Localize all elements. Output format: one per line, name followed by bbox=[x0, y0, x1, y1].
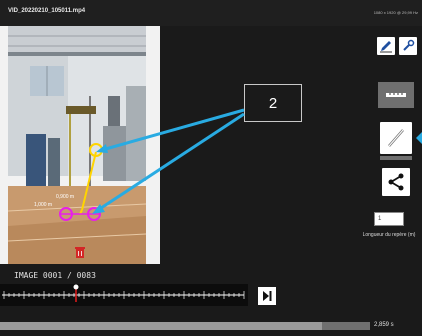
timeline-playhead-knob bbox=[73, 284, 79, 290]
edit-button[interactable] bbox=[377, 37, 395, 55]
measure-button[interactable] bbox=[380, 122, 412, 154]
video-frame bbox=[8, 26, 146, 264]
wrench-icon bbox=[403, 39, 415, 51]
video-viewport[interactable] bbox=[0, 26, 160, 264]
progress-bar[interactable] bbox=[0, 322, 370, 330]
measure-underline bbox=[380, 156, 412, 160]
frame-counter: IMAGE 0001 / 0083 bbox=[14, 271, 96, 280]
scale-button[interactable] bbox=[378, 82, 414, 108]
callout-number: 2 bbox=[244, 84, 302, 122]
video-resolution: 1080 x 1920 @ 29,99 Hz bbox=[373, 10, 418, 15]
video-filename: VID_20220210_105011.mp4 bbox=[8, 8, 86, 14]
length-label: Longueur du repère (m) bbox=[362, 232, 416, 238]
length-input[interactable]: 1 bbox=[374, 212, 404, 226]
pencil-icon bbox=[380, 41, 392, 53]
skip-next-icon bbox=[263, 291, 272, 301]
title-bar: VID_20220210_105011.mp4 1080 x 1920 @ 29… bbox=[0, 0, 422, 26]
ruler-icon bbox=[386, 93, 406, 97]
trash-icon[interactable] bbox=[75, 246, 85, 258]
next-frame-button[interactable] bbox=[258, 287, 276, 305]
settings-button[interactable] bbox=[399, 37, 417, 55]
share-button[interactable] bbox=[382, 168, 410, 196]
frame-timeline[interactable] bbox=[0, 284, 248, 306]
progress-fill bbox=[0, 322, 322, 330]
pen-icon bbox=[388, 129, 404, 147]
share-icon bbox=[388, 173, 404, 191]
time-readout: 2,859 s bbox=[374, 322, 394, 328]
